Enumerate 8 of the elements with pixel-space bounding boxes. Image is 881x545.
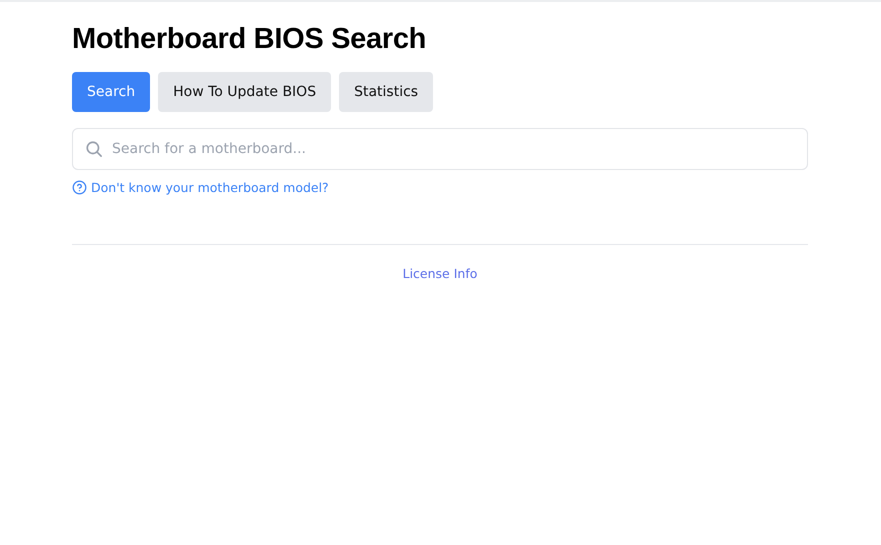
search-field[interactable]: Search for a motherboard... (72, 128, 808, 170)
tab[interactable]: How To Update BIOS (158, 72, 332, 112)
tab[interactable]: Search (72, 72, 150, 112)
help-link[interactable]: Don't know your motherboard model? (91, 180, 329, 195)
tab[interactable]: Statistics (339, 72, 434, 112)
license-link[interactable]: License Info (402, 266, 478, 281)
page-title: Motherboard BIOS Search (72, 22, 428, 57)
help-icon (72, 180, 87, 195)
